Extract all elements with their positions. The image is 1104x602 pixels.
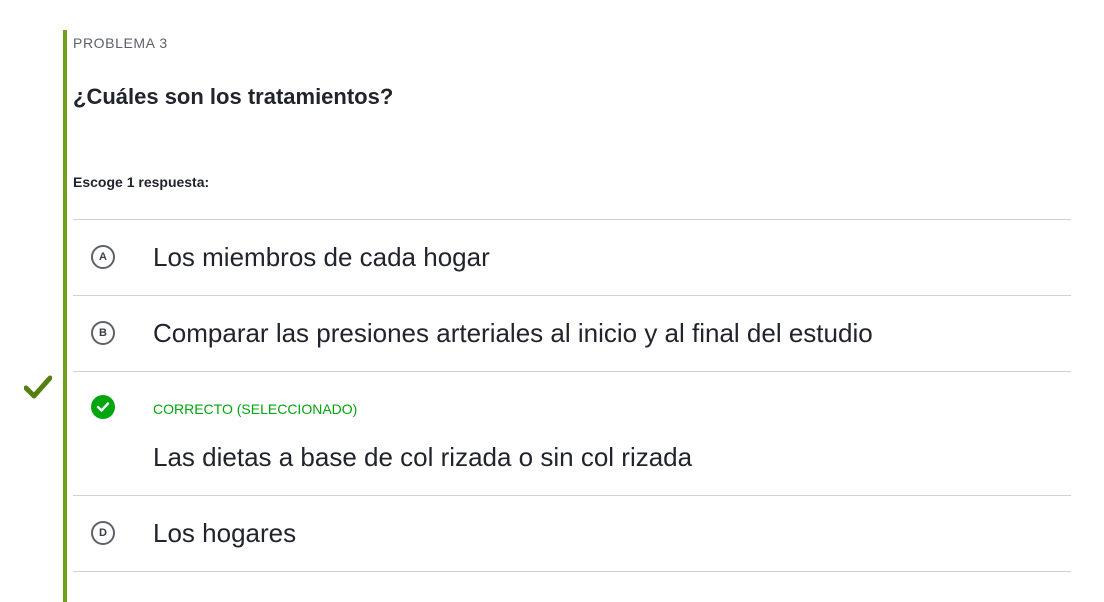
choice-list: A Los miembros de cada hogar B Comparar … bbox=[73, 219, 1071, 572]
choice-text-a: Los miembros de cada hogar bbox=[153, 242, 490, 272]
choice-letter-a: A bbox=[91, 245, 115, 269]
choice-d[interactable]: D Los hogares bbox=[73, 496, 1071, 572]
choice-b[interactable]: B Comparar las presiones arteriales al i… bbox=[73, 296, 1071, 372]
answer-instruction: Escoge 1 respuesta: bbox=[73, 174, 210, 190]
choice-letter-b: B bbox=[91, 321, 115, 345]
problem-label: PROBLEMA 3 bbox=[73, 35, 168, 51]
problem-accent-bar bbox=[63, 30, 67, 602]
choice-c[interactable]: CORRECTO (SELECCIONADO) Las dietas a bas… bbox=[73, 372, 1071, 496]
question-title: ¿Cuáles son los tratamientos? bbox=[73, 84, 394, 109]
correct-checkmark-icon bbox=[24, 375, 52, 399]
check-icon bbox=[96, 402, 110, 412]
choice-a[interactable]: A Los miembros de cada hogar bbox=[73, 220, 1071, 296]
choice-text-c: Las dietas a base de col rizada o sin co… bbox=[153, 442, 693, 472]
correct-status-label: CORRECTO (SELECCIONADO) bbox=[153, 401, 358, 417]
choice-text-d: Los hogares bbox=[153, 518, 297, 548]
choice-text-b: Comparar las presiones arteriales al ini… bbox=[153, 318, 873, 348]
choice-letter-d: D bbox=[91, 521, 115, 545]
check-circle-icon bbox=[91, 395, 115, 419]
